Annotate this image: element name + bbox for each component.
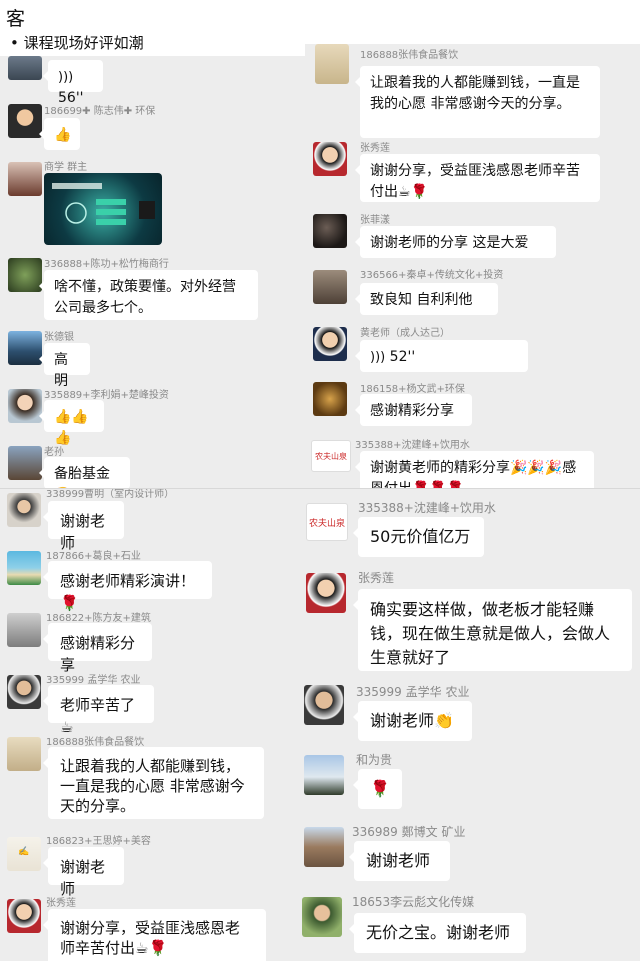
chat-message[interactable]: 感谢精彩分享 xyxy=(355,394,472,426)
page-subtitle: • 课程现场好评如潮 xyxy=(10,34,144,52)
avatar[interactable] xyxy=(304,827,344,867)
avatar[interactable] xyxy=(7,899,41,933)
chat-message[interactable]: 高明 xyxy=(39,343,90,389)
avatar[interactable]: ✍ xyxy=(7,837,41,871)
diagram-thumbnail-icon xyxy=(52,183,155,225)
chat-message[interactable]: 谢谢老师 xyxy=(43,501,124,552)
avatar[interactable] xyxy=(313,327,347,361)
chat-screenshot-left-top: ))) 56'' 186699✚ 陈志伟✚ 环保 👍 商学 群主 336888+… xyxy=(0,56,300,488)
sender-name: 186822+陈方友+建筑 xyxy=(46,613,151,624)
chat-message[interactable]: 🌹 xyxy=(353,769,402,809)
sender-name: 338999曹明（室内设计师） xyxy=(46,489,175,500)
sender-name: 张秀莲 xyxy=(358,571,395,585)
sender-name: 18653李云彪文化传媒 xyxy=(352,895,475,909)
chat-message[interactable]: 让跟着我的人都能赚到钱，一直是我的心愿 非常感谢今天的分享。 xyxy=(355,66,600,138)
sender-name: 335999 孟学华 农业 xyxy=(46,675,141,686)
chat-message[interactable]: 无价之宝。谢谢老师 xyxy=(349,913,526,953)
chat-message[interactable]: 谢谢老师👏 xyxy=(353,701,472,741)
chat-message[interactable]: 致良知 自利利他 xyxy=(355,283,498,315)
calligraphy-icon: ✍ xyxy=(18,847,30,857)
avatar[interactable] xyxy=(304,685,344,725)
avatar[interactable] xyxy=(7,613,41,647)
chat-message[interactable]: 感谢老师精彩演讲！🌹 xyxy=(43,561,212,612)
sender-name: 张秀莲 xyxy=(46,898,76,909)
chat-message[interactable]: 备胎基金🤩 xyxy=(39,457,130,488)
avatar[interactable] xyxy=(302,897,342,937)
chat-message[interactable]: 谢谢黄老师的精彩分享🎉🎉🎉感恩付出🌹🌹🌹 xyxy=(355,451,594,488)
chat-message[interactable]: 谢谢老师的分享 这是大爱 xyxy=(355,226,556,258)
chat-message[interactable]: 谢谢分享，受益匪浅感恩老师辛苦付出☕🌹 xyxy=(355,154,600,202)
sender-name: 商学 群主 xyxy=(44,162,88,173)
sender-name: 336566+秦卓+传统文化+投资 xyxy=(360,270,504,281)
avatar[interactable] xyxy=(313,382,347,416)
sender-name: 336989 鄭博文 矿业 xyxy=(352,825,466,839)
shared-image[interactable] xyxy=(44,173,162,245)
sender-name: 黄老师（成人达己） xyxy=(360,328,450,339)
avatar[interactable] xyxy=(8,331,42,365)
avatar[interactable] xyxy=(304,755,344,795)
voice-message[interactable]: ))) 52'' xyxy=(355,340,528,372)
chat-message[interactable]: 感谢精彩分享 xyxy=(43,623,152,674)
sender-name: 335388+沈建峰+饮用水 xyxy=(358,501,496,515)
logo-text: 农夫山泉 xyxy=(315,452,347,461)
avatar[interactable] xyxy=(313,270,347,304)
chat-message[interactable]: 50元价值亿万 xyxy=(353,517,484,557)
sender-name: 张秀莲 xyxy=(360,143,390,154)
voice-duration: 52'' xyxy=(389,349,416,365)
avatar[interactable] xyxy=(313,142,347,176)
brand-logo: 农夫山泉 xyxy=(306,503,348,541)
sender-name: 335388+沈建峰+饮用水 xyxy=(355,440,470,451)
sender-name: 186699✚ 陈志伟✚ 环保 xyxy=(44,106,156,117)
chat-screenshot-left-bottom: 338999曹明（室内设计师） 谢谢老师 187866+葛良+石业 感谢老师精彩… xyxy=(0,489,300,961)
sender-name: 186888张伟食品餐饮 xyxy=(46,737,145,748)
sender-name: 186888张伟食品餐饮 xyxy=(360,50,459,61)
sender-name: 335999 孟学华 农业 xyxy=(356,685,470,699)
avatar[interactable] xyxy=(7,675,41,709)
chat-screenshot-right-bottom: 农夫山泉 335388+沈建峰+饮用水 50元价值亿万 张秀莲 确实要这样做，做… xyxy=(300,489,640,961)
avatar[interactable] xyxy=(8,258,42,292)
chat-message[interactable]: 谢谢分享，受益匪浅感恩老师辛苦付出☕🌹 xyxy=(43,909,266,961)
sender-name: 和为贵 xyxy=(356,753,393,767)
sender-name: 187866+葛良+石业 xyxy=(46,551,141,562)
chat-message[interactable]: 老师辛苦了☕ xyxy=(43,685,154,736)
avatar[interactable] xyxy=(7,737,41,771)
avatar[interactable] xyxy=(8,389,42,423)
sender-name: 186158+杨文武+环保 xyxy=(360,384,465,395)
sender-name: 老孙 xyxy=(44,447,64,458)
chat-message[interactable]: 谢谢老师 xyxy=(349,841,450,881)
avatar[interactable] xyxy=(8,446,42,480)
chat-screenshot-right-top: 186888张伟食品餐饮 让跟着我的人都能赚到钱，一直是我的心愿 非常感谢今天的… xyxy=(305,44,640,488)
sender-name: 335889+李利娟+楚峰投资 xyxy=(44,390,169,401)
chat-message[interactable]: 👍 xyxy=(39,118,80,150)
avatar[interactable] xyxy=(313,214,347,248)
avatar[interactable] xyxy=(8,56,42,80)
sender-name: 张菲漾 xyxy=(360,215,390,226)
voice-message[interactable]: ))) 56'' xyxy=(43,60,103,106)
avatar[interactable] xyxy=(306,573,346,613)
chat-message[interactable]: 谢谢老师 xyxy=(43,847,124,898)
voice-icon: ))) xyxy=(58,70,74,85)
sender-name: 张德银 xyxy=(44,332,74,343)
avatar[interactable] xyxy=(7,551,41,585)
voice-icon: ))) xyxy=(370,350,386,365)
sender-name: 186823+王思婷+美容 xyxy=(46,836,151,847)
chat-message[interactable]: 确实要这样做，做老板才能轻赚钱，现在做生意就是做人，会做人生意就好了 xyxy=(353,589,632,671)
chat-message[interactable]: 让跟着我的人都能赚到钱，一直是我的心愿 非常感谢今天的分享。 xyxy=(43,747,264,819)
brand-logo: 农夫山泉 xyxy=(311,440,351,472)
logo-text: 农夫山泉 xyxy=(308,519,345,529)
chat-message[interactable]: 啥不懂，政策要懂。对外经营公司最多七个。 xyxy=(39,270,258,320)
sender-name: 336888+陈功+松竹梅商行 xyxy=(44,259,169,270)
avatar[interactable] xyxy=(8,104,42,138)
avatar[interactable] xyxy=(7,493,41,527)
avatar[interactable] xyxy=(315,44,349,84)
chat-message[interactable]: 👍👍👍 xyxy=(39,400,104,446)
avatar[interactable] xyxy=(8,162,42,196)
page-title: 客 xyxy=(6,8,26,30)
